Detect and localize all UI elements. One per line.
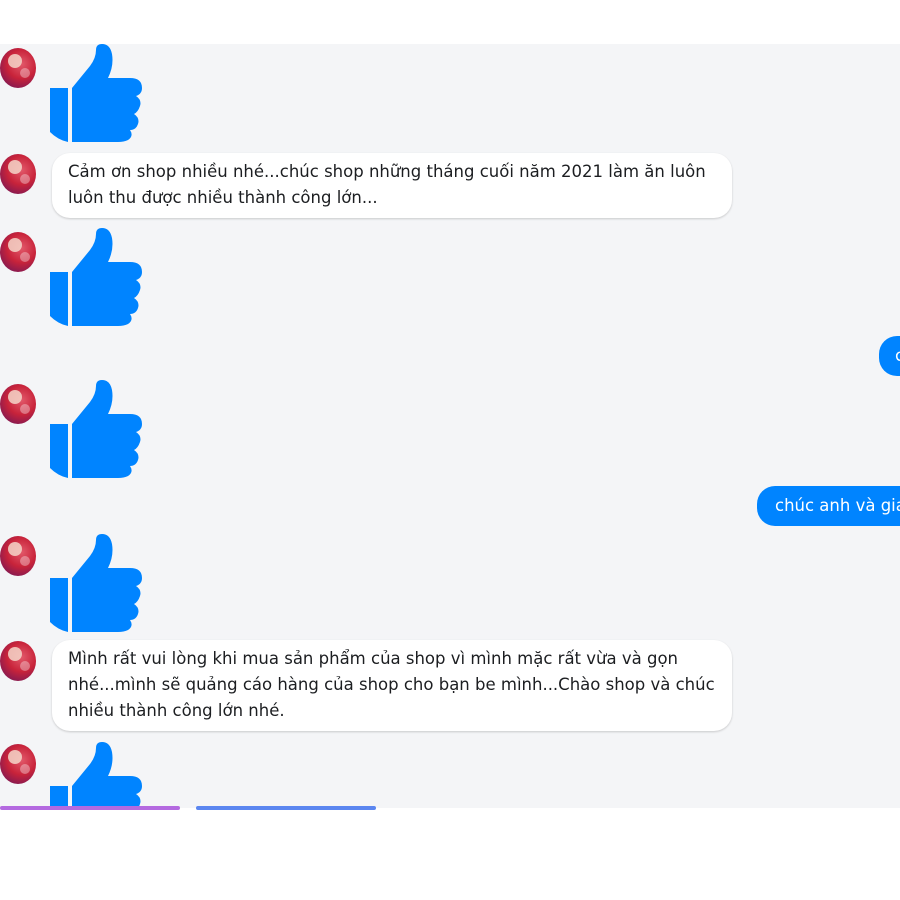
thumbs-up-icon: [50, 534, 142, 632]
message-text: c: [895, 346, 900, 365]
outgoing-message-bubble[interactable]: chúc anh và gia: [757, 486, 900, 526]
message-text: Cảm ơn shop nhiều nhé...chúc shop những …: [68, 162, 706, 207]
customer-avatar[interactable]: [0, 536, 36, 576]
customer-avatar[interactable]: [0, 384, 36, 424]
toolbar-edge-purple: [0, 806, 180, 810]
thumbs-up-icon: [50, 44, 142, 142]
incoming-message-bubble[interactable]: Cảm ơn shop nhiều nhé...chúc shop những …: [52, 153, 732, 218]
chat-message-area[interactable]: Cảm ơn shop nhiều nhé...chúc shop những …: [0, 44, 900, 808]
customer-avatar[interactable]: [0, 48, 36, 88]
toolbar-edge-blue: [196, 806, 376, 810]
thumbs-up-icon: [50, 380, 142, 478]
customer-avatar[interactable]: [0, 154, 36, 194]
customer-avatar[interactable]: [0, 232, 36, 272]
incoming-message-bubble[interactable]: Mình rất vui lòng khi mua sản phẩm của s…: [52, 640, 732, 731]
customer-avatar[interactable]: [0, 641, 36, 681]
thumbs-up-icon: [50, 742, 142, 808]
thumbs-up-icon: [50, 228, 142, 326]
outgoing-message-bubble[interactable]: c: [879, 336, 900, 376]
message-text: Mình rất vui lòng khi mua sản phẩm của s…: [68, 649, 715, 720]
message-text: chúc anh và gia: [775, 496, 900, 515]
customer-avatar[interactable]: [0, 744, 36, 784]
